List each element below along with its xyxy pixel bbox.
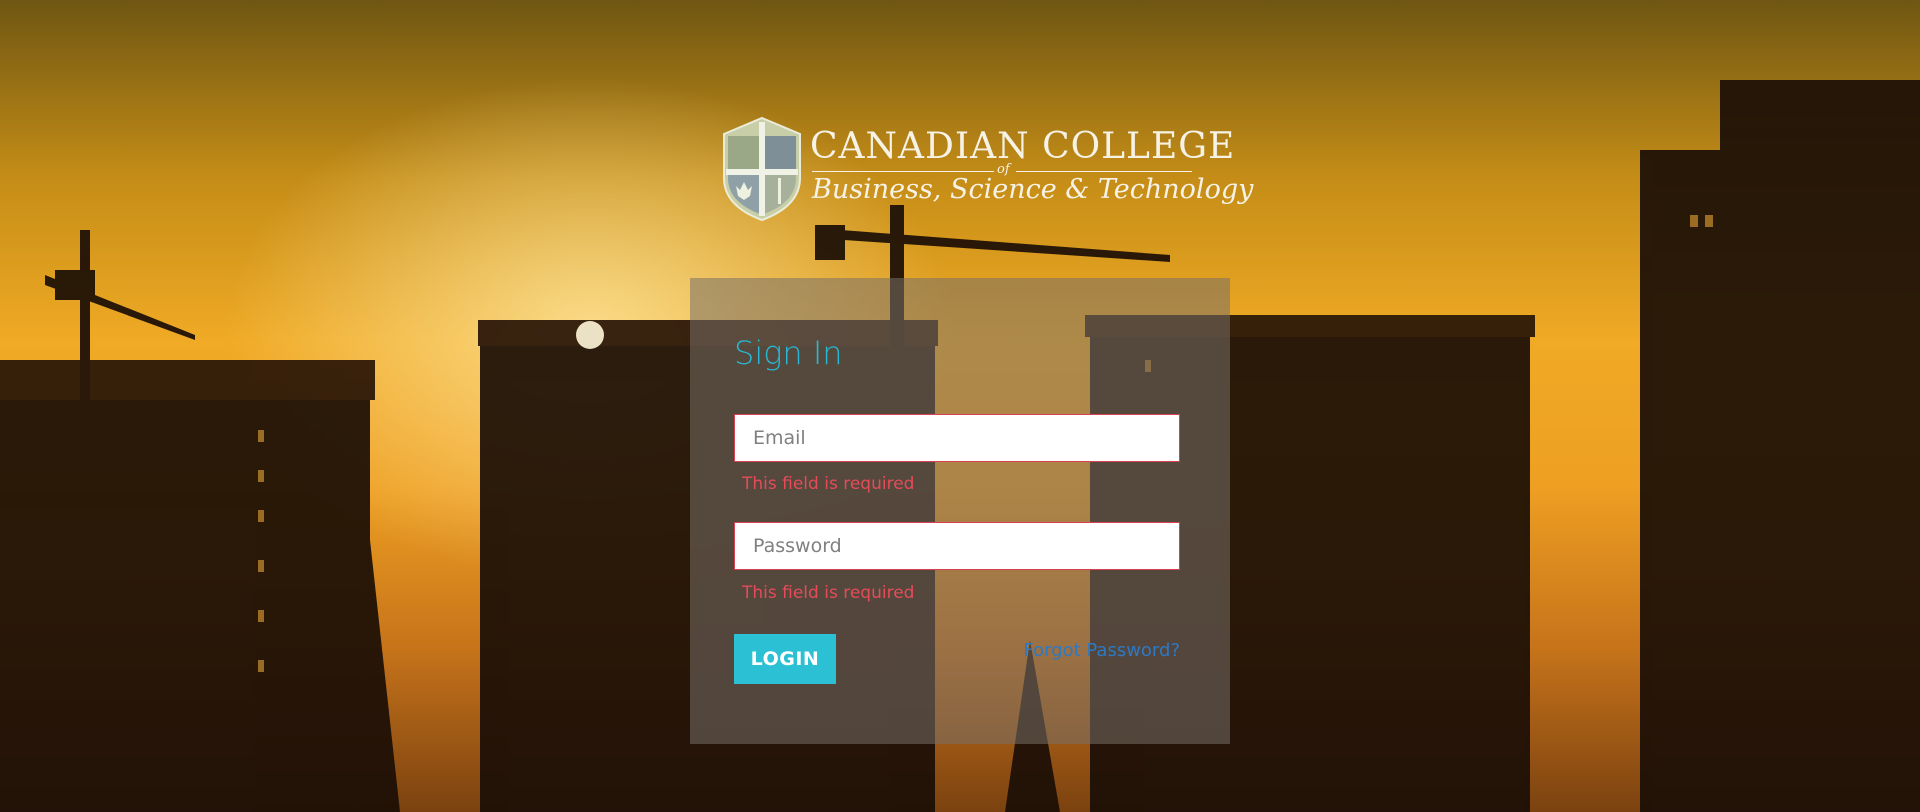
password-error: This field is required <box>742 583 915 603</box>
college-logo: CANADIAN COLLEGE of Business, Science & … <box>722 116 1253 224</box>
sign-in-panel: Sign In This field is required This fiel… <box>690 278 1230 744</box>
email-error: This field is required <box>742 474 915 494</box>
brand-line2: Business, Science & Technology <box>812 174 1254 205</box>
email-field[interactable] <box>734 414 1180 462</box>
login-button[interactable]: LOGIN <box>734 634 836 684</box>
brand-divider-right <box>1016 171 1192 172</box>
brand-line1: CANADIAN COLLEGE <box>810 126 1236 167</box>
forgot-password-link[interactable]: Forgot Password? <box>1023 640 1180 661</box>
brand-divider-left <box>812 171 994 172</box>
password-field[interactable] <box>734 522 1180 570</box>
sign-in-title: Sign In <box>734 334 843 372</box>
shield-icon <box>723 116 801 222</box>
